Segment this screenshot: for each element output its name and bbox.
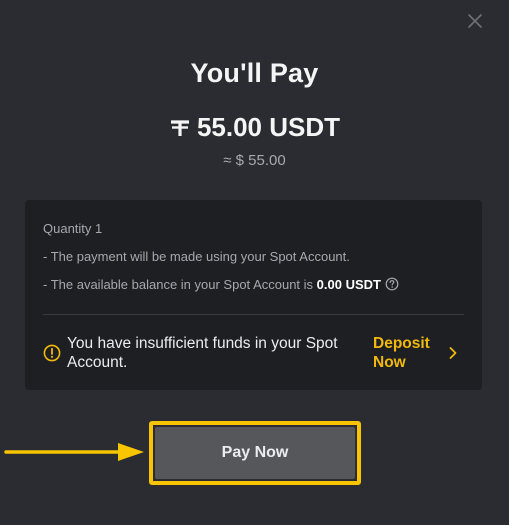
insufficient-funds-message: You have insufficient funds in your Spot… bbox=[67, 335, 338, 371]
pay-now-button[interactable]: Pay Now bbox=[155, 427, 355, 479]
payment-dialog: You'll Pay 55.00 USDT ≈ $ 55.00 Quantity… bbox=[0, 0, 509, 525]
tether-icon bbox=[170, 119, 189, 136]
balance-note: - The available balance in your Spot Acc… bbox=[43, 277, 399, 294]
dialog-title: You'll Pay bbox=[190, 58, 319, 88]
balance-value: 0.00 USDT bbox=[316, 277, 381, 292]
payment-info-card: Quantity 1 - The payment will be made us… bbox=[25, 200, 482, 390]
payment-source-note: - The payment will be made using your Sp… bbox=[43, 249, 350, 264]
quantity-text: Quantity 1 bbox=[43, 221, 103, 236]
chevron-right-icon[interactable] bbox=[448, 346, 458, 365]
balance-prefix: - The available balance in your Spot Acc… bbox=[43, 277, 317, 292]
close-button[interactable] bbox=[466, 12, 484, 30]
payment-amount: 55.00 USDT bbox=[0, 112, 509, 143]
help-icon[interactable] bbox=[385, 277, 399, 294]
approx-fiat-value: ≈ $ 55.00 bbox=[223, 152, 286, 169]
annotation-arrow-icon bbox=[4, 440, 148, 469]
close-icon bbox=[468, 14, 482, 28]
amount-value: 55.00 USDT bbox=[196, 112, 341, 142]
card-divider bbox=[43, 314, 464, 315]
warning-icon bbox=[43, 344, 61, 367]
